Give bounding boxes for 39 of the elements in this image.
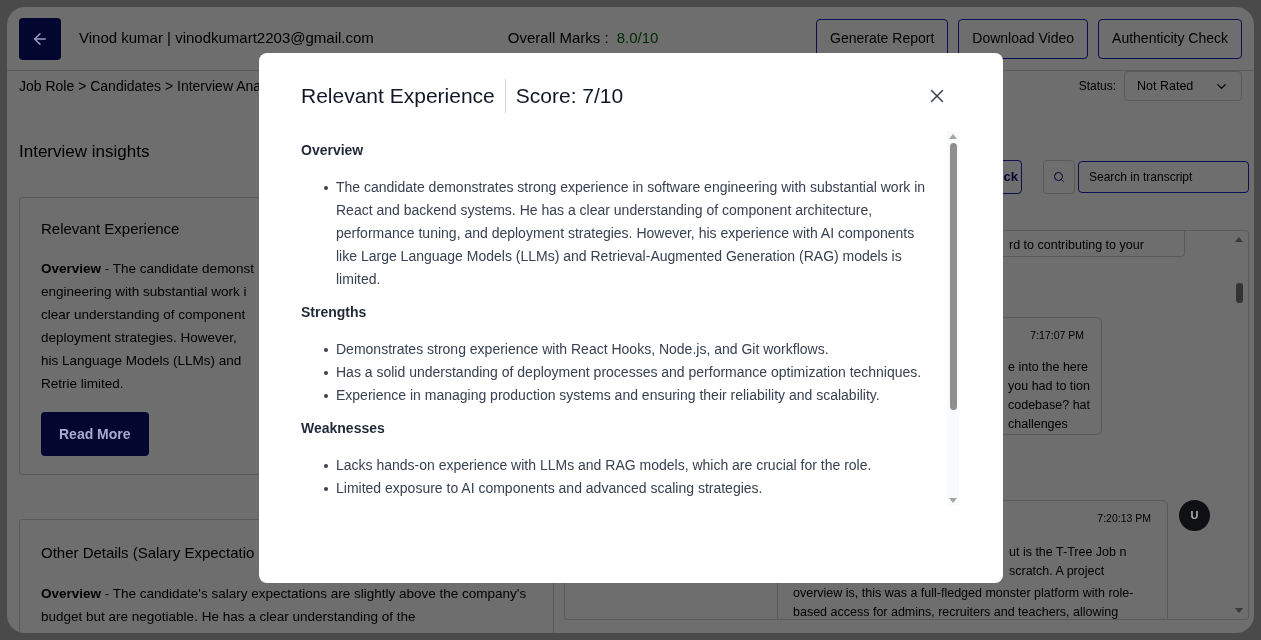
bullet-text: Has a solid understanding of deployment processes and performance optimization techniques.	[336, 363, 922, 382]
bullet-text: Experience in managing production systems and ensuring their reliability and scalability.	[336, 386, 880, 405]
read-more-button[interactable]: Read More	[41, 412, 149, 456]
bullet-icon	[324, 394, 328, 398]
bullet-text: Demonstrates strong experience with React Hooks, Node.js, and Git workflows.	[336, 340, 829, 359]
section-heading: Strengths	[301, 303, 367, 322]
modal-score: Score: 7/10	[515, 83, 624, 110]
bullet-text: Limited exposure to AI components and advanced scaling strategies.	[336, 479, 763, 498]
back-button[interactable]	[19, 17, 61, 60]
search-field[interactable]: Search in transcript	[1078, 161, 1249, 193]
card-text: Overview - The candidate's salary expectations are slightly above the company's budget but are negotiable. He has a clear understanding of the	[41, 584, 528, 626]
bullet-text: The candidate demonstrates strong experience in software engineering with substantial work in React and backend systems. He has a clear understanding of component architecture, performance tuning, and deployment strategies. However, his experience with AI components like Large Language Models (LLMs) and Retrieval-Augmented Generation (RAG) models is limited.	[336, 178, 927, 289]
search-icon	[1053, 171, 1065, 183]
card-text: Overview - The candidate demonst engineering with substantial work i clear understanding of component deployment strategies. However, his Language Models (LLMs) and Retrie limited.	[41, 260, 255, 393]
status-dropdown[interactable]: Not Rated	[1124, 71, 1242, 101]
section-title: Interview insights	[19, 141, 150, 163]
status-label: Status:	[1078, 78, 1116, 95]
message-time: 7:20:13 PM	[1097, 510, 1151, 526]
bullet-icon	[324, 464, 328, 468]
modal-title: Relevant Experience	[301, 83, 495, 110]
message-text: ut is the T-Tree Job n scratch. A project	[1009, 543, 1128, 580]
section-heading: Weaknesses	[301, 419, 385, 438]
bullet-icon	[324, 186, 328, 190]
message-text: e into the here you had to tion codebase? hat challenges	[1008, 358, 1091, 433]
card-title: Relevant Experience	[41, 218, 180, 239]
message-text: rd to contributing to your	[1009, 238, 1144, 252]
message-time: 7:17:07 PM	[1030, 328, 1084, 343]
candidate-name: Vinod kumar | vinodkumart2203@gmail.com	[79, 28, 374, 49]
bullet-text: Lacks hands-on experience with LLMs and RAG models, which are crucial for the role.	[336, 456, 872, 475]
action-button[interactable]: Authenticity Check	[1098, 18, 1242, 59]
card-title: Other Details (Salary Expectatio	[41, 543, 255, 563]
overall-marks-value: 8.0/10	[616, 28, 659, 49]
bullet-icon	[324, 348, 328, 352]
section-heading: Overview	[301, 141, 364, 160]
message-text: overview is, this was a full-fledged monster platform with role- based access for admins, recruiters and teachers, allowing	[793, 584, 1135, 619]
overall-marks-label: Overall Marks :	[507, 28, 609, 49]
user-avatar: U	[1179, 499, 1210, 531]
bullet-icon	[324, 371, 328, 375]
bullet-icon	[324, 487, 328, 491]
